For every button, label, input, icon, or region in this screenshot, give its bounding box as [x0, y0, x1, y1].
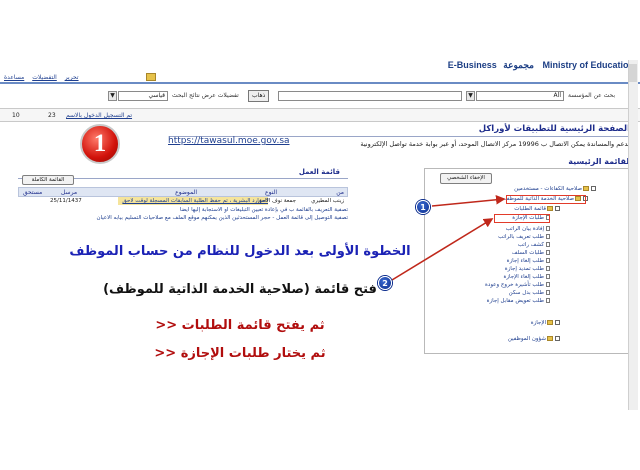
annotation-arrows	[391, 194, 506, 281]
instruction-line-3: >> ثم يفتح قائمة الطلبات	[155, 318, 325, 333]
instruction-line-4: >> ثم يختار طلبات الإجازة	[154, 346, 326, 361]
step-marker-1: 1	[416, 200, 430, 214]
arrow-to-self-service	[431, 194, 506, 207]
instruction-line-2: فتح قائمة (صلاحية الخدمة الذاتية للموظف)	[103, 282, 377, 297]
instruction-line-1: الخطوة الأولى بعد الدخول للنظام من حساب …	[69, 244, 411, 259]
